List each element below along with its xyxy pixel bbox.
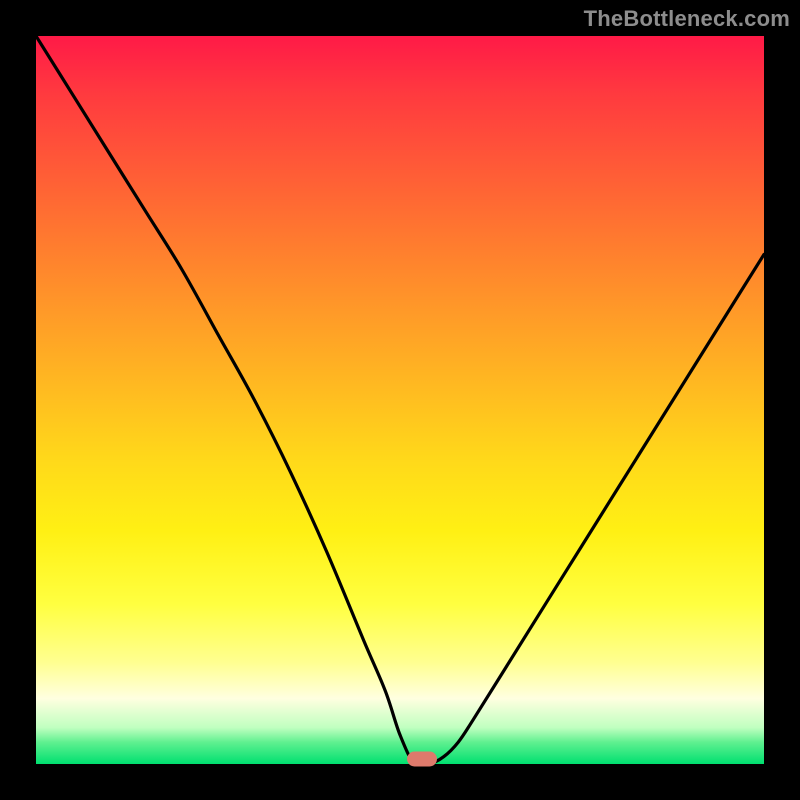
watermark-text: TheBottleneck.com bbox=[584, 6, 790, 32]
bottleneck-curve bbox=[36, 36, 764, 764]
optimal-point-marker bbox=[407, 752, 437, 767]
chart-frame: TheBottleneck.com bbox=[0, 0, 800, 800]
plot-area bbox=[36, 36, 764, 764]
